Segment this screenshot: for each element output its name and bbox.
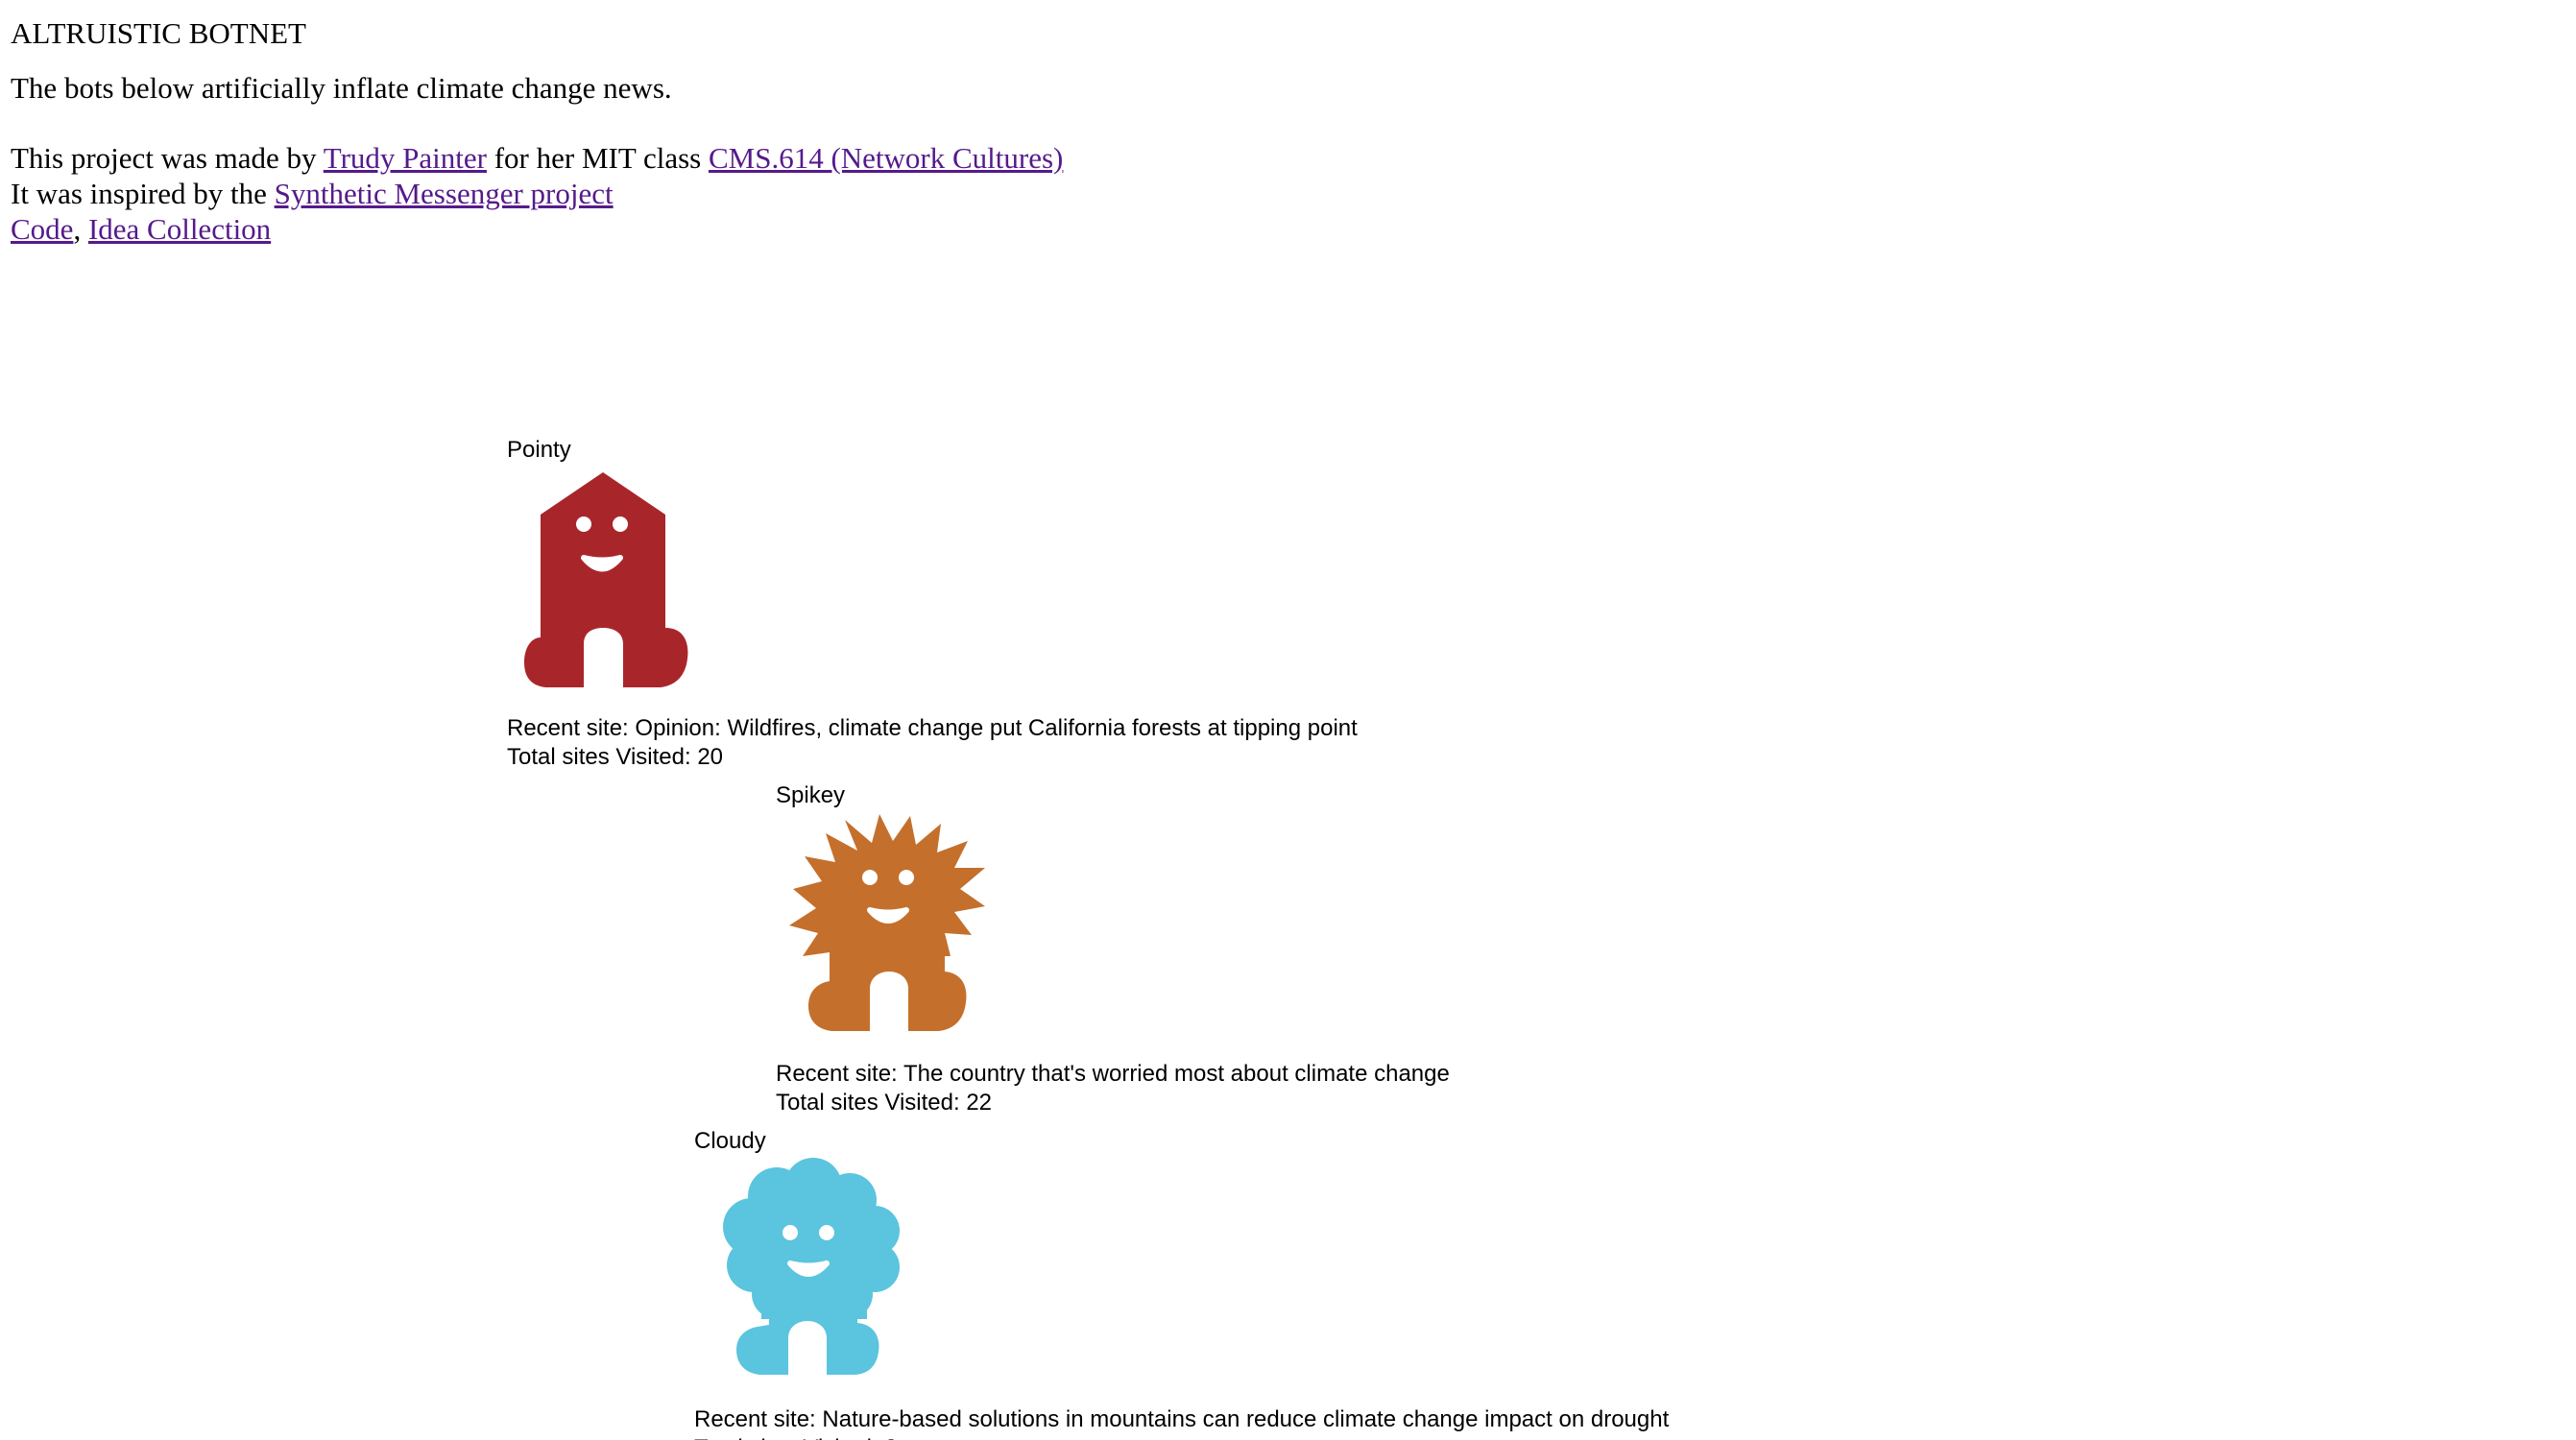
- page-header: ALTRUISTIC BOTNET The bots below artific…: [11, 15, 1063, 247]
- tagline-text: The bots below artificially inflate clim…: [11, 71, 672, 105]
- links-line: Code, Idea Collection: [11, 211, 1063, 247]
- recent-site-label: Recent site:: [507, 715, 629, 741]
- recent-site-label: Recent site:: [694, 1406, 816, 1432]
- bot-info: Recent site: The country that's worried …: [776, 1060, 1450, 1117]
- bot-info: Recent site: Opinion: Wildfires, climate…: [507, 714, 1358, 772]
- credit-middle: for her MIT class: [494, 141, 702, 175]
- recent-site-line: Recent site: The country that's worried …: [776, 1060, 1450, 1089]
- bot-info: Recent site: Nature-based solutions in m…: [694, 1405, 1669, 1440]
- credits: This project was made by Trudy Painter f…: [11, 140, 1063, 247]
- total-sites-line: Total sites Visited: 20: [507, 743, 1358, 772]
- recent-site-label: Recent site:: [776, 1061, 898, 1087]
- bot-card-pointy: Pointy Recent site: Opinion: Wildfires, …: [507, 436, 1358, 772]
- total-sites-label: Total sites Visited:: [507, 744, 691, 770]
- total-sites-line: Total sites Visited: 2: [694, 1434, 1669, 1440]
- page-title: ALTRUISTIC BOTNET: [11, 16, 306, 50]
- bot-card-spikey: Spikey Recent site: The country that's w…: [776, 781, 1450, 1117]
- pointy-house-bot-icon: [507, 467, 1358, 697]
- inspired-prefix: It was inspired by the: [11, 177, 267, 210]
- tagline: The bots below artificially inflate clim…: [11, 70, 1063, 106]
- credit-prefix: This project was made by: [11, 141, 317, 175]
- spikey-bot-icon: [776, 812, 1450, 1043]
- author-link[interactable]: Trudy Painter: [324, 141, 487, 175]
- bot-name: Spikey: [776, 782, 846, 808]
- total-sites-value: 20: [697, 744, 724, 770]
- idea-collection-link[interactable]: Idea Collection: [88, 212, 271, 246]
- recent-site-value: Nature-based solutions in mountains can …: [822, 1406, 1670, 1432]
- recent-site-value: The country that's worried most about cl…: [903, 1061, 1450, 1087]
- recent-site-value: Opinion: Wildfires, climate change put C…: [635, 715, 1358, 741]
- credit-line: This project was made by Trudy Painter f…: [11, 140, 1063, 176]
- total-sites-value: 22: [966, 1090, 993, 1116]
- bot-card-cloudy: Cloudy Recent site: Nature-based solutio…: [694, 1127, 1669, 1440]
- total-sites-label: Total sites Visited:: [694, 1435, 879, 1440]
- total-sites-line: Total sites Visited: 22: [776, 1089, 1450, 1117]
- bot-name: Cloudy: [694, 1128, 766, 1154]
- synthetic-messenger-link[interactable]: Synthetic Messenger project: [275, 177, 614, 210]
- code-link[interactable]: Code: [11, 212, 73, 246]
- links-separator: ,: [73, 212, 82, 246]
- class-link[interactable]: CMS.614 (Network Cultures): [709, 141, 1063, 175]
- total-sites-value: 2: [884, 1435, 897, 1440]
- cloudy-bot-icon: [694, 1158, 1669, 1388]
- bot-name: Pointy: [507, 437, 571, 463]
- total-sites-label: Total sites Visited:: [776, 1090, 960, 1116]
- inspired-line: It was inspired by the Synthetic Messeng…: [11, 176, 1063, 211]
- recent-site-line: Recent site: Nature-based solutions in m…: [694, 1405, 1669, 1434]
- recent-site-line: Recent site: Opinion: Wildfires, climate…: [507, 714, 1358, 743]
